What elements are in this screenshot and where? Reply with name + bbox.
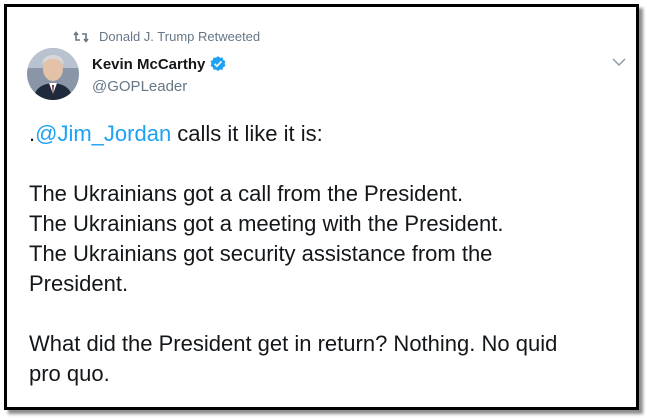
- retweet-icon: [73, 30, 89, 43]
- avatar[interactable]: [27, 48, 79, 100]
- mention-link[interactable]: @Jim_Jordan: [35, 121, 171, 146]
- author-name-row[interactable]: Kevin McCarthy: [92, 55, 227, 73]
- tweet-line-4: The Ukrainians got security assistance f…: [29, 241, 493, 266]
- retweet-context[interactable]: Donald J. Trump Retweeted: [73, 29, 260, 44]
- chevron-down-icon[interactable]: [612, 57, 626, 67]
- tweet-text: .@Jim_Jordan calls it like it is: The Uk…: [29, 119, 629, 389]
- tweet-line-1-text: calls it like it is:: [171, 121, 323, 146]
- author-handle[interactable]: @GOPLeader: [92, 78, 187, 95]
- tweet-line-2: The Ukrainians got a call from the Presi…: [29, 181, 464, 206]
- tweet-line-3: The Ukrainians got a meeting with the Pr…: [29, 211, 504, 236]
- verified-badge-icon: [210, 56, 226, 72]
- tweet-line-6: What did the President get in return? No…: [29, 331, 558, 356]
- author-name[interactable]: Kevin McCarthy: [92, 56, 205, 73]
- tweet-card: Donald J. Trump Retweeted Kevin McCarthy…: [4, 4, 639, 410]
- tweet-line-5: President.: [29, 271, 129, 296]
- tweet-line-1: .@Jim_Jordan calls it like it is:: [29, 119, 629, 149]
- tweet-line-7: pro quo.: [29, 361, 110, 386]
- avatar-image: [27, 48, 79, 100]
- retweet-text: Donald J. Trump Retweeted: [99, 29, 261, 44]
